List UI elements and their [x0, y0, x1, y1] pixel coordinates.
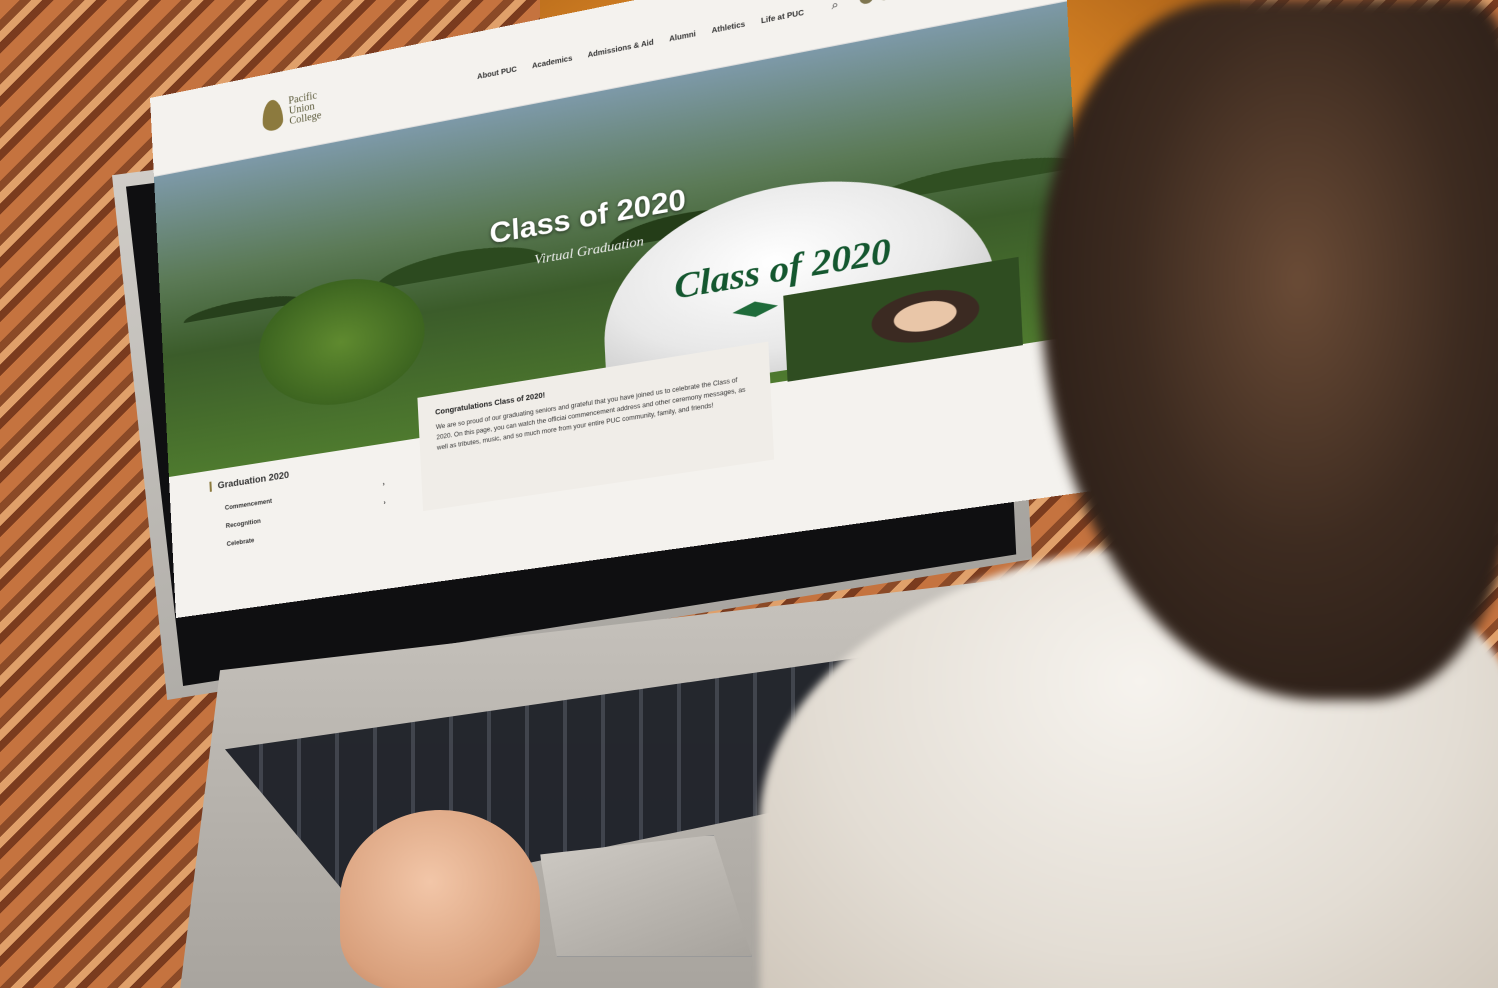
nav-item-alumni[interactable]: Alumni: [669, 31, 696, 44]
chevron-right-icon: ›: [382, 481, 385, 489]
social-links: f t ◎ ▶ ✉: [859, 0, 949, 6]
sidebar-item-label: Celebrate: [226, 538, 255, 549]
photo-scene: Pacific Union College About PUC Academic…: [0, 0, 1498, 988]
nav-item-admissions[interactable]: Admissions & Aid: [587, 39, 653, 59]
sidebar-item-label: Commencement: [224, 498, 273, 512]
nav-item-academics[interactable]: Academics: [532, 55, 573, 70]
sidebar-item-label: Recognition: [225, 518, 261, 530]
twitter-icon[interactable]: t: [877, 0, 893, 2]
hand: [340, 810, 540, 988]
sidebar: Graduation 2020 Commencement › Recogniti…: [209, 454, 387, 556]
site-logo[interactable]: Pacific Union College: [261, 89, 331, 133]
logo-text: Pacific Union College: [288, 90, 322, 128]
chevron-right-icon: ›: [383, 500, 386, 507]
nav-item-athletics[interactable]: Athletics: [711, 21, 745, 35]
search-icon[interactable]: ⌕: [831, 0, 839, 14]
leaf-logo-icon: [261, 98, 284, 133]
nav-item-life[interactable]: Life at PUC: [761, 10, 804, 26]
facebook-icon[interactable]: f: [859, 0, 874, 6]
nav-item-about[interactable]: About PUC: [477, 66, 517, 81]
